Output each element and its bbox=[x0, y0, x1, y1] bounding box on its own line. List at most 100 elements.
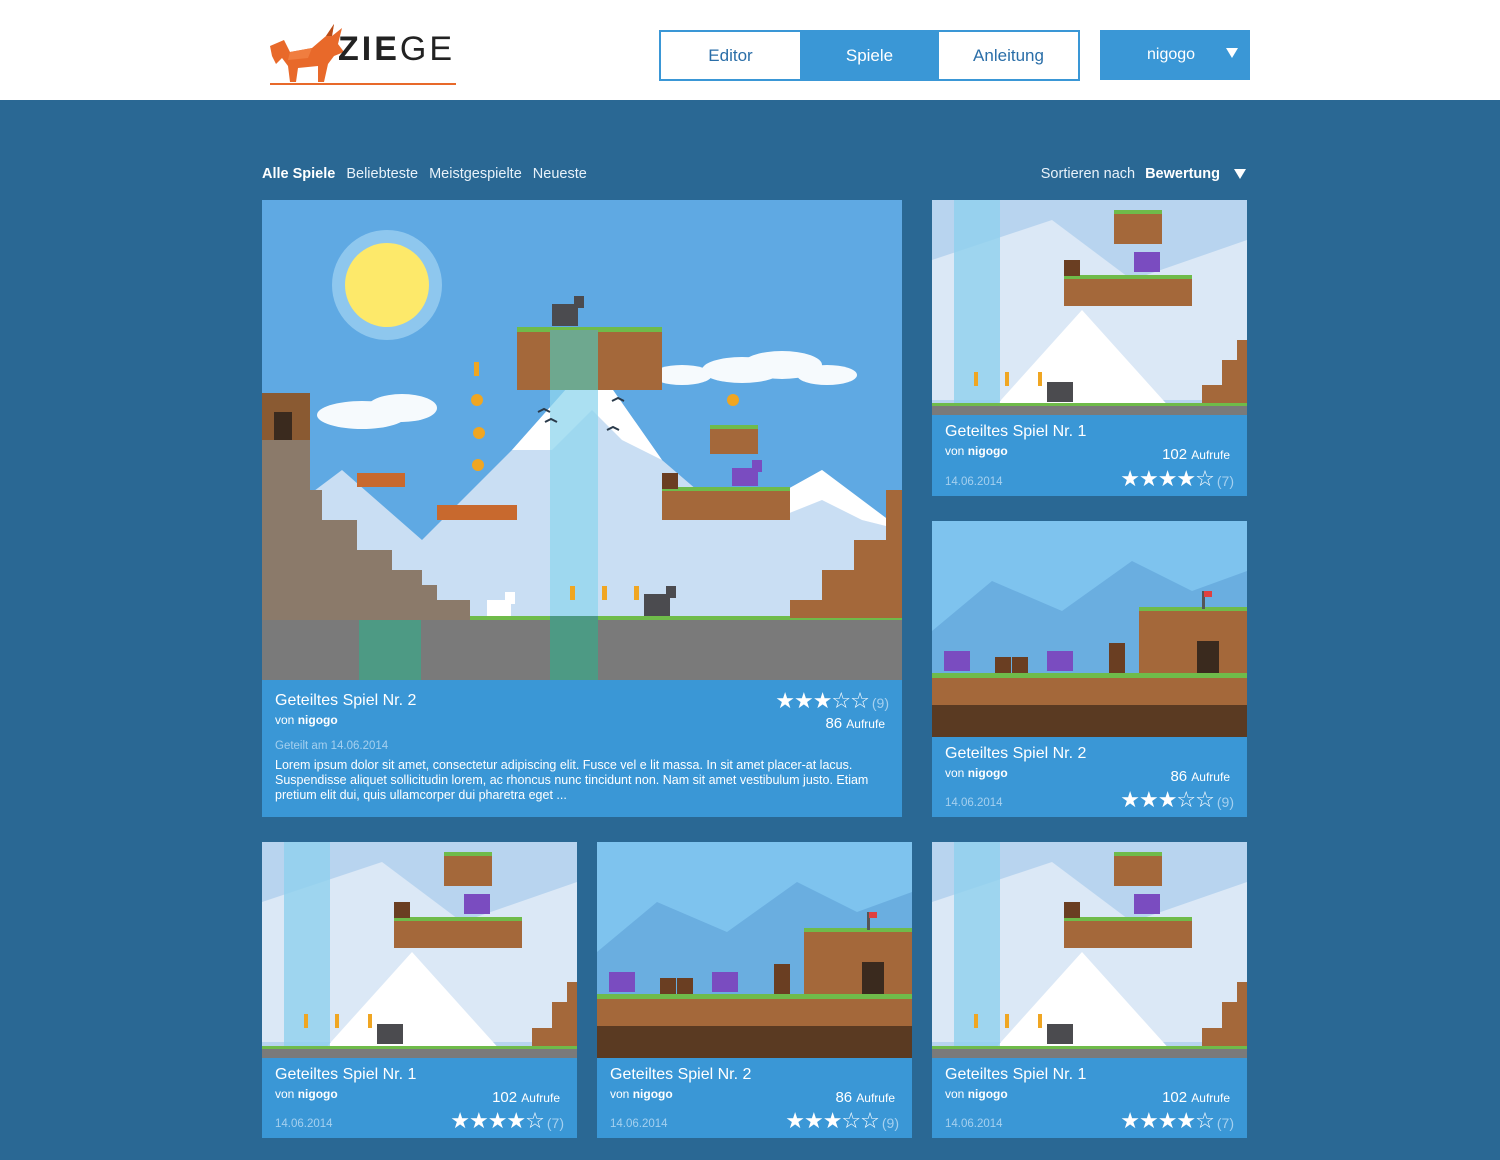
brand-underline bbox=[270, 83, 456, 85]
featured-info: Geteiltes Spiel Nr. 2 von nigogo ★★★☆☆ (9… bbox=[262, 680, 902, 817]
rating-stars[interactable]: ★★★★☆ (7) bbox=[450, 1108, 564, 1134]
author-name[interactable]: nigogo bbox=[968, 444, 1008, 458]
card-info: Geteiltes Spiel Nr. 1 von nigogo 102 Auf… bbox=[262, 1058, 577, 1138]
view-count: 86 Aufrufe bbox=[1170, 768, 1230, 785]
views-number: 102 bbox=[1162, 1089, 1188, 1106]
views-number: 102 bbox=[492, 1089, 518, 1106]
game-title[interactable]: Geteiltes Spiel Nr. 2 bbox=[945, 745, 1086, 763]
view-count: 102 Aufrufe bbox=[492, 1089, 560, 1106]
views-number: 102 bbox=[1162, 446, 1188, 463]
rating-stars[interactable]: ★★★★☆ (7) bbox=[1120, 1108, 1234, 1134]
brand-wordmark: ZIEGE bbox=[338, 30, 455, 69]
filter-all-games[interactable]: Alle Spiele bbox=[262, 166, 335, 182]
stars-icon: ★★★☆☆ bbox=[785, 1108, 880, 1133]
filter-most-played[interactable]: Meistgespielte bbox=[429, 166, 522, 182]
views-label: Aufrufe bbox=[1191, 448, 1230, 462]
game-card[interactable]: Geteiltes Spiel Nr. 1 von nigogo 102 Auf… bbox=[262, 842, 577, 1138]
publish-date: 14.06.2014 bbox=[945, 797, 1003, 809]
publish-date: 14.06.2014 bbox=[275, 1118, 333, 1130]
game-card[interactable]: Geteiltes Spiel Nr. 2 von nigogo 86 Aufr… bbox=[597, 842, 912, 1138]
rating-stars[interactable]: ★★★★☆ (7) bbox=[1120, 466, 1234, 492]
game-screenshot-image bbox=[932, 842, 1247, 1058]
views-number: 86 bbox=[1170, 768, 1188, 785]
views-number: 86 bbox=[835, 1089, 853, 1106]
game-title[interactable]: Geteiltes Spiel Nr. 1 bbox=[945, 423, 1086, 441]
game-thumbnail[interactable] bbox=[597, 842, 912, 1058]
publish-date: 14.06.2014 bbox=[945, 476, 1003, 488]
game-thumbnail[interactable] bbox=[262, 842, 577, 1058]
rating-stars[interactable]: ★★★☆☆ (9) bbox=[775, 688, 889, 714]
sort-value: Bewertung bbox=[1145, 166, 1220, 182]
views-label: Aufrufe bbox=[1191, 1091, 1230, 1105]
author-prefix: von bbox=[275, 1087, 295, 1101]
views-label: Aufrufe bbox=[521, 1091, 560, 1105]
header-bar: ZIEGE Editor Spiele Anleitung nigogo bbox=[0, 0, 1500, 100]
game-screenshot-image bbox=[597, 842, 912, 1058]
game-card[interactable]: Geteiltes Spiel Nr. 1 von nigogo 102 Auf… bbox=[932, 842, 1247, 1138]
brand-bold: ZIE bbox=[338, 30, 400, 68]
filter-best-rated[interactable]: Beliebteste bbox=[346, 166, 418, 182]
tab-spiele[interactable]: Spiele bbox=[800, 32, 939, 79]
filter-newest[interactable]: Neueste bbox=[533, 166, 587, 182]
card-info: Geteiltes Spiel Nr. 2 von nigogo 86 Aufr… bbox=[597, 1058, 912, 1138]
author-prefix: von bbox=[945, 1087, 965, 1101]
sort-label: Sortieren nach bbox=[1040, 166, 1136, 182]
filter-bar: Alle Spiele Beliebteste Meistgespielte N… bbox=[262, 166, 587, 182]
card-info: Geteiltes Spiel Nr. 2 von nigogo 86 Aufr… bbox=[932, 737, 1247, 817]
rating-count: (7) bbox=[1216, 473, 1234, 489]
game-thumbnail[interactable] bbox=[932, 842, 1247, 1058]
featured-game-card[interactable]: Geteiltes Spiel Nr. 2 von nigogo ★★★☆☆ (9… bbox=[262, 200, 902, 817]
rating-count: (7) bbox=[1216, 1115, 1234, 1131]
game-thumbnail[interactable] bbox=[932, 521, 1247, 737]
publish-date: 14.06.2014 bbox=[945, 1118, 1003, 1130]
game-title[interactable]: Geteiltes Spiel Nr. 2 bbox=[610, 1066, 751, 1084]
view-count: 86 Aufrufe bbox=[835, 1089, 895, 1106]
rating-count: (9) bbox=[881, 1115, 899, 1131]
views-label: Aufrufe bbox=[846, 717, 885, 731]
stars-icon: ★★★☆☆ bbox=[775, 688, 870, 713]
main-nav: Editor Spiele Anleitung bbox=[659, 30, 1080, 81]
game-card[interactable]: Geteiltes Spiel Nr. 1 von nigogo 102 Auf… bbox=[932, 200, 1247, 496]
game-screenshot-image bbox=[932, 521, 1247, 737]
game-thumbnail[interactable] bbox=[932, 200, 1247, 415]
rating-stars[interactable]: ★★★☆☆ (9) bbox=[1120, 787, 1234, 813]
author-name[interactable]: nigogo bbox=[298, 1087, 338, 1101]
stars-icon: ★★★★☆ bbox=[1120, 1108, 1215, 1133]
game-title[interactable]: Geteiltes Spiel Nr. 1 bbox=[945, 1066, 1086, 1084]
views-label: Aufrufe bbox=[1191, 770, 1230, 784]
author-name[interactable]: nigogo bbox=[968, 766, 1008, 780]
game-screenshot-image bbox=[262, 200, 902, 680]
game-author: von nigogo bbox=[275, 1087, 338, 1101]
game-title[interactable]: Geteiltes Spiel Nr. 2 bbox=[275, 692, 416, 710]
game-author: von nigogo bbox=[945, 766, 1008, 780]
rating-stars[interactable]: ★★★☆☆ (9) bbox=[785, 1108, 899, 1134]
author-name[interactable]: nigogo bbox=[968, 1087, 1008, 1101]
stars-icon: ★★★☆☆ bbox=[1120, 787, 1215, 812]
author-prefix: von bbox=[945, 444, 965, 458]
card-info: Geteiltes Spiel Nr. 1 von nigogo 102 Auf… bbox=[932, 415, 1247, 496]
view-count: 102 Aufrufe bbox=[1162, 1089, 1230, 1106]
game-thumbnail[interactable] bbox=[262, 200, 902, 680]
author-prefix: von bbox=[945, 766, 965, 780]
views-label: Aufrufe bbox=[856, 1091, 895, 1105]
author-name[interactable]: nigogo bbox=[298, 713, 338, 727]
game-description: Lorem ipsum dolor sit amet, consectetur … bbox=[275, 758, 869, 802]
rating-count: (9) bbox=[871, 695, 889, 711]
author-name[interactable]: nigogo bbox=[633, 1087, 673, 1101]
stars-icon: ★★★★☆ bbox=[450, 1108, 545, 1133]
brand-light: GE bbox=[399, 30, 456, 68]
game-title[interactable]: Geteiltes Spiel Nr. 1 bbox=[275, 1066, 416, 1084]
tab-anleitung[interactable]: Anleitung bbox=[939, 32, 1078, 79]
author-prefix: von bbox=[275, 713, 295, 727]
game-author: von nigogo bbox=[610, 1087, 673, 1101]
game-author: von nigogo bbox=[945, 444, 1008, 458]
user-menu-button[interactable]: nigogo bbox=[1100, 30, 1250, 80]
sort-dropdown[interactable]: Sortieren nach Bewertung bbox=[1041, 166, 1246, 182]
publish-date: 14.06.2014 bbox=[610, 1118, 668, 1130]
shared-date: Geteilt am 14.06.2014 bbox=[275, 740, 389, 752]
game-card[interactable]: Geteiltes Spiel Nr. 2 von nigogo 86 Aufr… bbox=[932, 521, 1247, 817]
tab-editor[interactable]: Editor bbox=[661, 32, 800, 79]
caret-down-icon bbox=[1226, 48, 1238, 58]
view-count: 86 Aufrufe bbox=[825, 715, 885, 732]
game-author: von nigogo bbox=[275, 713, 338, 727]
